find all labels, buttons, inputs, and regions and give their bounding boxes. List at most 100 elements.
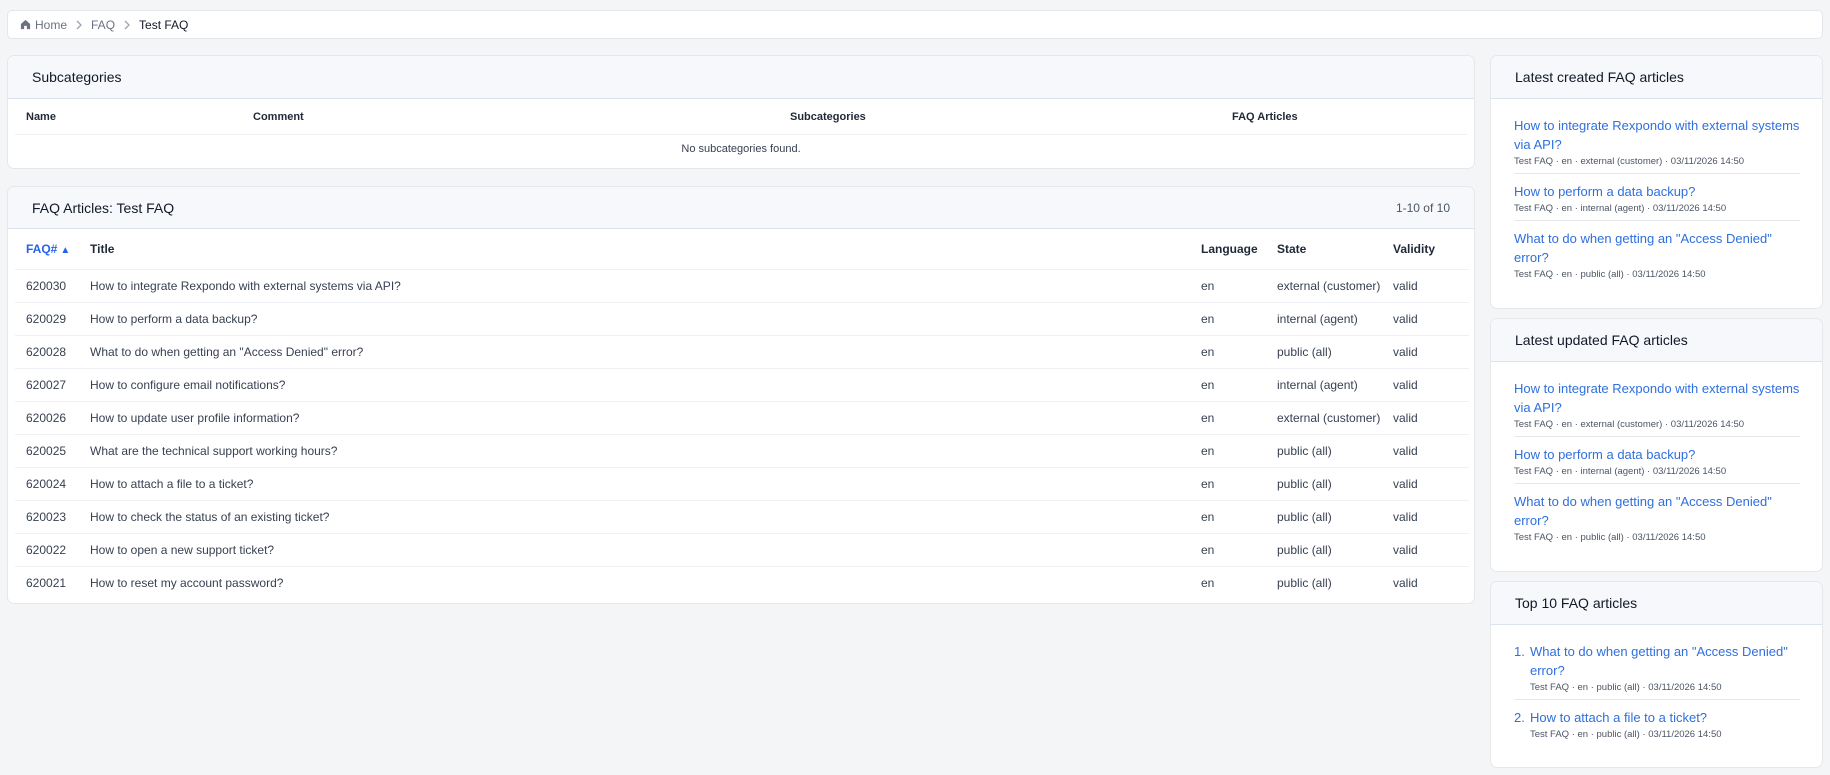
latest-updated-title: Latest updated FAQ articles <box>1515 332 1688 348</box>
table-row[interactable]: 620021 How to reset my account password? e… <box>15 566 1469 599</box>
top10-title: Top 10 FAQ articles <box>1515 595 1638 611</box>
state-cell: external (customer) <box>1266 269 1382 303</box>
table-row[interactable]: 620027 How to configure email notificatio… <box>15 368 1469 402</box>
faq-articles-header: FAQ Articles: Test FAQ 1-10 of 10 <box>8 187 1474 229</box>
state-cell: public (all) <box>1266 533 1382 567</box>
breadcrumb-home-label: Home <box>35 17 68 32</box>
latest-created-title: Latest created FAQ articles <box>1515 69 1684 85</box>
breadcrumb-home[interactable]: Home <box>20 18 67 32</box>
article-link[interactable]: How to integrate Rexpondo with external … <box>1514 116 1800 154</box>
language-cell: en <box>1190 434 1266 468</box>
article-link[interactable]: How to perform a data backup? <box>1514 182 1800 201</box>
column-header-comment[interactable]: Comment <box>253 111 790 123</box>
breadcrumb-faq[interactable]: FAQ <box>91 18 115 32</box>
top10-list: 1. What to do when getting an "Access Den… <box>1491 625 1822 746</box>
list-item: What to do when getting an "Access Denie… <box>1514 484 1800 549</box>
table-row[interactable]: 620030 How to integrate Rexpondo with ext… <box>15 269 1469 303</box>
subcategories-table-header: Name Comment Subcategories FAQ Articles <box>15 99 1467 135</box>
article-meta: Test FAQ · en · internal (agent) · 03/11… <box>1514 466 1727 477</box>
language-cell: en <box>1190 500 1266 534</box>
list-item: How to perform a data backup? Test FAQ · … <box>1514 174 1800 221</box>
state-cell: public (all) <box>1277 575 1332 590</box>
validity-cell: valid <box>1382 500 1469 534</box>
list-item-content: How to attach a file to a ticket? Test FA… <box>1530 708 1722 740</box>
title-cell[interactable]: How to update user profile information? <box>79 401 1190 435</box>
column-header-title[interactable]: Title <box>79 229 1190 270</box>
article-meta: Test FAQ · en · internal (agent) · 03/11… <box>1514 203 1727 214</box>
latest-created-panel: Latest created FAQ articles How to integ… <box>1490 55 1823 309</box>
title-cell[interactable]: What are the technical support working h… <box>79 434 1190 468</box>
title-cell[interactable]: How to perform a data backup? <box>79 302 1190 336</box>
state-cell: public (all) <box>1266 467 1382 501</box>
list-item-content: What to do when getting an "Access Denie… <box>1530 642 1800 693</box>
article-meta: Test FAQ · en · external (customer) · 03… <box>1514 156 1745 167</box>
language-cell: en <box>1190 533 1266 567</box>
column-header-name[interactable]: Name <box>15 111 253 123</box>
state-cell: internal (agent) <box>1266 302 1382 336</box>
chevron-right-icon <box>123 20 131 30</box>
title-cell[interactable]: How to configure email notifications? <box>79 368 1190 402</box>
language-cell: en <box>1190 335 1266 369</box>
faq-number-cell: 620029 <box>15 302 79 336</box>
article-link[interactable]: What to do when getting an "Access Denie… <box>1514 229 1800 267</box>
table-row[interactable]: 620025 What are the technical support wor… <box>15 434 1469 468</box>
latest-created-header: Latest created FAQ articles <box>1491 56 1822 99</box>
article-link[interactable]: How to perform a data backup? <box>1514 445 1800 464</box>
article-meta: Test FAQ · en · external (customer) · 03… <box>1514 419 1745 430</box>
table-row[interactable]: 620028 What to do when getting an "Access… <box>15 335 1469 369</box>
column-header-language[interactable]: Language <box>1190 229 1266 270</box>
rank-number: 2. <box>1514 710 1525 725</box>
table-row[interactable]: 620024 How to attach a file to a ticket? e… <box>15 467 1469 501</box>
language-cell: en <box>1190 269 1266 303</box>
article-link[interactable]: What to do when getting an "Access Denie… <box>1530 642 1800 680</box>
title-cell[interactable]: How to attach a file to a ticket? <box>79 467 1190 501</box>
faq-number-cell: 620026 <box>15 401 79 435</box>
title-cell[interactable]: How to integrate Rexpondo with external … <box>79 269 1190 303</box>
top10-header: Top 10 FAQ articles <box>1491 582 1822 625</box>
faq-articles-title: FAQ Articles: Test FAQ <box>32 199 175 216</box>
table-row[interactable]: 620022 How to open a new support ticket? e… <box>15 533 1469 567</box>
validity-cell: valid <box>1382 368 1469 402</box>
column-header-faq-articles[interactable]: FAQ Articles <box>1232 111 1298 123</box>
article-link[interactable]: What to do when getting an "Access Denie… <box>1514 492 1800 530</box>
list-item: How to integrate Rexpondo with external … <box>1514 108 1800 174</box>
validity-cell: valid <box>1382 269 1469 303</box>
list-item: How to integrate Rexpondo with external … <box>1514 371 1800 437</box>
state-cell: internal (agent) <box>1266 368 1382 402</box>
subcategories-title: Subcategories <box>32 69 122 85</box>
validity-cell: valid <box>1382 434 1469 468</box>
title-cell[interactable]: What to do when getting an "Access Denie… <box>79 335 1190 369</box>
state-cell: public (all) <box>1266 500 1382 534</box>
table-row[interactable]: 620029 How to perform a data backup? en int… <box>15 302 1469 336</box>
column-header-subcategories[interactable]: Subcategories <box>790 111 1232 123</box>
title-cell[interactable]: How to open a new support ticket? <box>79 533 1190 567</box>
validity-cell: valid <box>1382 533 1469 567</box>
table-header-row: FAQ# ▲ Title Language State Validity <box>15 229 1469 270</box>
validity-cell: valid <box>1382 302 1469 336</box>
table-row[interactable]: 620026 How to update user profile informa… <box>15 401 1469 435</box>
sort-ascending-icon: ▲ <box>60 244 71 256</box>
chevron-right-icon <box>75 20 83 30</box>
subcategories-empty-message: No subcategories found. <box>681 143 801 155</box>
article-meta: Test FAQ · en · public (all) · 03/11/202… <box>1530 729 1722 740</box>
home-icon <box>20 19 31 30</box>
rank-number: 1. <box>1514 644 1525 659</box>
subcategories-header: Subcategories <box>8 56 1474 99</box>
column-header-faq-number[interactable]: FAQ# ▲ <box>15 229 79 270</box>
article-meta: Test FAQ · en · public (all) · 03/11/202… <box>1514 269 1706 280</box>
faq-number-cell: 620027 <box>15 368 79 402</box>
article-meta: Test FAQ · en · public (all) · 03/11/202… <box>1514 532 1706 543</box>
state-cell: public (all) <box>1266 434 1382 468</box>
article-link[interactable]: How to integrate Rexpondo with external … <box>1514 379 1800 417</box>
latest-updated-header: Latest updated FAQ articles <box>1491 319 1822 362</box>
top10-panel: Top 10 FAQ articles 1. What to do when ge… <box>1490 581 1823 768</box>
state-cell: external (customer) <box>1266 401 1382 435</box>
article-link[interactable]: How to attach a file to a ticket? <box>1530 708 1722 727</box>
column-header-state[interactable]: State <box>1266 229 1382 270</box>
title-cell[interactable]: How to check the status of an existing t… <box>79 500 1190 534</box>
column-header-validity[interactable]: Validity <box>1382 229 1469 270</box>
faq-number-cell: 620021 <box>26 575 67 590</box>
table-row[interactable]: 620023 How to check the status of an exis… <box>15 500 1469 534</box>
list-item: 1. What to do when getting an "Access Den… <box>1514 634 1800 700</box>
title-cell[interactable]: How to reset my account password? <box>79 566 1190 599</box>
